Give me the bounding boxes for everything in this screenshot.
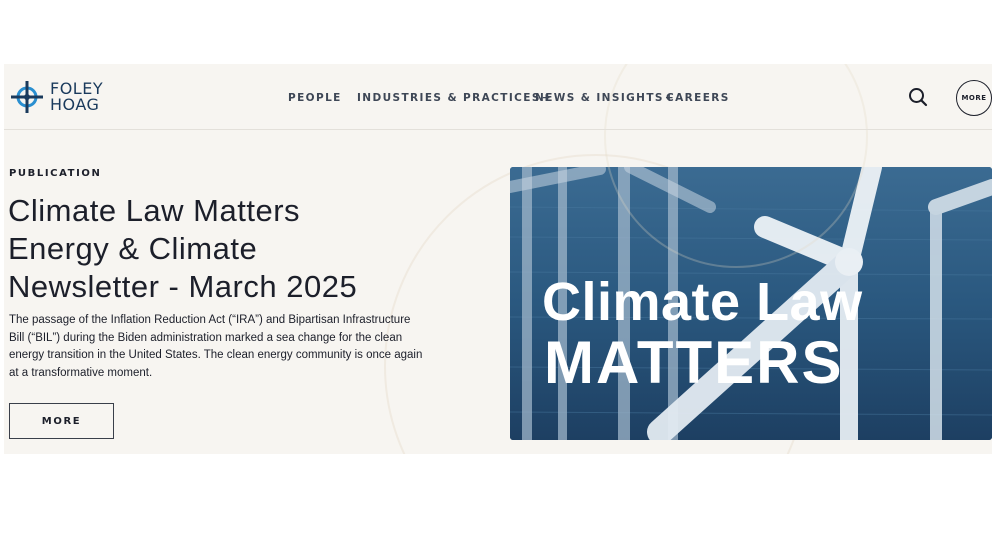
globe-logo-icon — [11, 81, 43, 113]
more-button[interactable]: MORE — [9, 403, 114, 439]
nav-item-industries-practices[interactable]: INDUSTRIES & PRACTICES+ — [357, 92, 552, 104]
title-line-1: Climate Law Matters — [8, 193, 301, 228]
hero-image: Climate Law MATTERS — [510, 167, 992, 440]
brand-logo[interactable]: FOLEY HOAG — [10, 80, 103, 114]
more-menu-button[interactable]: MORE — [956, 80, 992, 116]
nav-item-label: CAREERS — [666, 92, 730, 104]
hero-title: Climate Law — [542, 272, 863, 332]
brand-line-2: HOAG — [50, 95, 100, 114]
nav-item-careers[interactable]: CAREERS — [666, 92, 730, 104]
article-summary: The passage of the Inflation Reduction A… — [9, 314, 423, 379]
search-icon — [909, 88, 928, 107]
nav-item-label: INDUSTRIES & PRACTICES — [357, 92, 541, 104]
brand-wordmark: FOLEY HOAG — [50, 81, 103, 113]
nav-item-people[interactable]: PEOPLE — [288, 92, 342, 104]
search-button[interactable] — [907, 86, 929, 108]
nav-item-label: PEOPLE — [288, 92, 342, 104]
more-menu-label: MORE — [961, 94, 987, 102]
page-frame: FOLEY HOAG PEOPLE INDUSTRIES & PRACTICES… — [4, 64, 992, 454]
title-line-2: Energy & Climate — [8, 231, 258, 266]
title-line-3: Newsletter - March 2025 — [8, 269, 358, 304]
nav-item-label: NEWS & INSIGHTS — [535, 92, 664, 104]
nav-item-news-insights[interactable]: NEWS & INSIGHTS+ — [535, 92, 675, 104]
publication-eyebrow: PUBLICATION — [9, 168, 102, 179]
hero-subtitle: MATTERS — [544, 329, 844, 396]
site-header: FOLEY HOAG PEOPLE INDUSTRIES & PRACTICES… — [4, 64, 992, 130]
page-title: Climate Law Matters Energy & Climate New… — [8, 192, 428, 306]
